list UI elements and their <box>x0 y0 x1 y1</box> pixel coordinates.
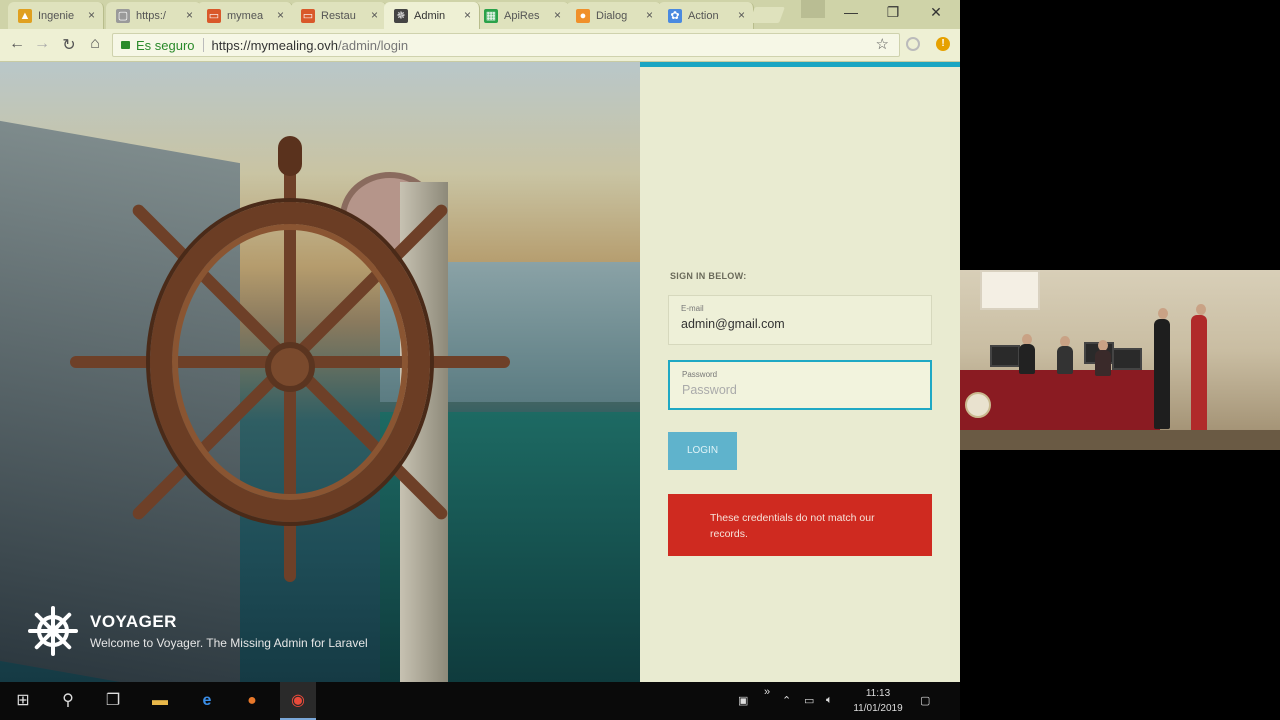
tab-title: mymea <box>227 9 264 22</box>
password-label: Password <box>682 370 718 379</box>
browser-tab[interactable]: ▢ https:/ × <box>106 2 202 29</box>
clock-date: 11/01/2019 <box>853 703 903 714</box>
projector-screen <box>980 270 1040 310</box>
browser-tab[interactable]: ✵ Admin × <box>384 2 480 29</box>
error-alert: These credentials do not match our recor… <box>668 494 932 556</box>
tab-favicon-icon: ✵ <box>394 8 408 23</box>
tab-title: Ingenie <box>38 9 75 22</box>
home-icon[interactable]: ⌂ <box>85 35 105 53</box>
reload-icon[interactable]: ↻ <box>59 35 79 55</box>
tab-favicon-icon: ▭ <box>207 8 221 23</box>
profile-icon[interactable] <box>801 0 825 18</box>
address-bar[interactable]: Es seguro https://mymealing.ovh/admin/lo… <box>112 33 900 57</box>
tab-title: Admin <box>414 9 446 22</box>
tab-strip: ▲ Ingenie × ▢ https:/ × ▭ mymea × ▭ Restau × ✵ Admin ×… <box>0 0 960 29</box>
login-panel: SIGN IN BELOW: E-mail Password LOGIN The… <box>640 62 960 682</box>
taskbar-clock[interactable]: 11:13 11/01/2019 <box>848 686 908 716</box>
desk-monitor <box>990 345 1020 367</box>
tray-overflow-icon[interactable]: » <box>764 686 770 698</box>
ship-wheel <box>70 136 510 582</box>
lock-icon <box>121 41 130 49</box>
secure-label: Es seguro <box>136 37 195 53</box>
menu-alert-icon[interactable]: ! <box>936 37 950 51</box>
edge-icon[interactable]: e <box>197 691 217 711</box>
tab-favicon-icon: ▲ <box>18 8 32 23</box>
email-input[interactable] <box>681 317 919 331</box>
password-input[interactable] <box>682 383 918 397</box>
browser-tab[interactable]: ▲ Ingenie × <box>8 2 104 29</box>
tab-title: https:/ <box>136 9 166 22</box>
tab-close-icon[interactable]: × <box>186 8 193 22</box>
voyager-brand: VOYAGER Welcome to Voyager. The Missing … <box>28 606 368 656</box>
volume-icon[interactable]: 🔈︎ <box>826 694 833 707</box>
tray-expand-icon[interactable]: ⌃ <box>782 694 791 707</box>
tab-title: Restau <box>321 9 356 22</box>
task-view-icon[interactable]: ❐ <box>103 691 123 711</box>
network-monitor-icon[interactable]: ▣ <box>738 694 748 707</box>
tab-close-icon[interactable]: × <box>88 8 95 22</box>
tab-favicon-icon: ▭ <box>301 8 315 23</box>
university-seal <box>965 392 991 418</box>
tab-close-icon[interactable]: × <box>371 8 378 22</box>
browser-toolbar: ← → ↻ ⌂ Es seguro https://mymealing.ovh/… <box>0 29 960 62</box>
webcam-video-overlay <box>960 270 1280 450</box>
omnibox-separator <box>202 38 204 52</box>
password-field[interactable]: Password <box>668 360 932 410</box>
notifications-icon[interactable]: ▢ <box>920 694 930 707</box>
close-window-button[interactable]: ✕ <box>921 4 951 21</box>
file-explorer-icon[interactable]: ▬ <box>150 691 170 711</box>
tab-close-icon[interactable]: × <box>554 8 561 22</box>
email-label: E-mail <box>681 304 704 313</box>
url-path: /admin/login <box>338 37 409 53</box>
new-tab-button[interactable] <box>749 7 785 23</box>
floor <box>960 430 1280 450</box>
tab-favicon-icon: ▦ <box>484 8 498 23</box>
browser-tab[interactable]: ▭ Restau × <box>291 2 387 29</box>
minimize-button[interactable]: — <box>836 4 866 20</box>
tab-close-icon[interactable]: × <box>464 8 471 22</box>
brand-subtitle: Welcome to Voyager. The Missing Admin fo… <box>90 636 368 650</box>
tab-title: Action <box>688 9 719 22</box>
desk-monitor <box>1112 348 1142 370</box>
tab-close-icon[interactable]: × <box>646 8 653 22</box>
url-text: https://mymealing.ovh/admin/login <box>212 38 409 53</box>
network-icon[interactable]: ▭ <box>804 694 814 707</box>
search-icon[interactable]: ⚲ <box>58 691 78 711</box>
secure-indicator[interactable]: Es seguro <box>121 38 195 53</box>
browser-window: ▲ Ingenie × ▢ https:/ × ▭ mymea × ▭ Restau × ✵ Admin ×… <box>0 0 960 682</box>
browser-tab[interactable]: ✿ Action × <box>658 2 754 29</box>
browser-tab[interactable]: ▭ mymea × <box>197 2 293 29</box>
url-prefix: https://mymealing.ovh <box>211 37 338 53</box>
clock-time: 11:13 <box>865 688 891 699</box>
browser-tab[interactable]: ▦ ApiRes × <box>474 2 570 29</box>
hero-image: VOYAGER Welcome to Voyager. The Missing … <box>0 62 640 682</box>
email-field[interactable]: E-mail <box>668 295 932 345</box>
extension-icon[interactable] <box>906 37 920 51</box>
chrome-taskbar-button[interactable]: ◉ <box>280 682 316 720</box>
tab-close-icon[interactable]: × <box>277 8 284 22</box>
firefox-icon[interactable]: ● <box>242 691 262 711</box>
chrome-icon: ◉ <box>291 692 305 709</box>
tab-favicon-icon: ✿ <box>668 8 682 23</box>
brand-title: VOYAGER <box>90 612 177 631</box>
windows-start-icon[interactable]: ⊞ <box>13 691 33 711</box>
windows-taskbar: ⊞ ⚲ ❐ ▬ e ● ◉ ▣ » ⌃ ▭ 🔈︎ 11:13 11/01/201… <box>0 682 960 720</box>
bookmark-star-icon[interactable]: ☆ <box>876 35 889 53</box>
tab-favicon-icon: ● <box>576 8 590 23</box>
page-content: VOYAGER Welcome to Voyager. The Missing … <box>0 62 960 682</box>
tab-title: Dialog <box>596 9 628 22</box>
back-icon[interactable]: ← <box>7 35 27 53</box>
browser-tab[interactable]: ● Dialog × <box>566 2 662 29</box>
restore-button[interactable]: ❐ <box>878 4 908 21</box>
tab-favicon-icon: ▢ <box>116 8 130 23</box>
forward-icon[interactable]: → <box>32 35 52 53</box>
tab-close-icon[interactable]: × <box>738 8 745 22</box>
signin-heading: SIGN IN BELOW: <box>670 271 747 281</box>
ship-wheel-icon <box>28 606 78 656</box>
login-button[interactable]: LOGIN <box>668 432 737 470</box>
tab-title: ApiRes <box>504 9 540 22</box>
